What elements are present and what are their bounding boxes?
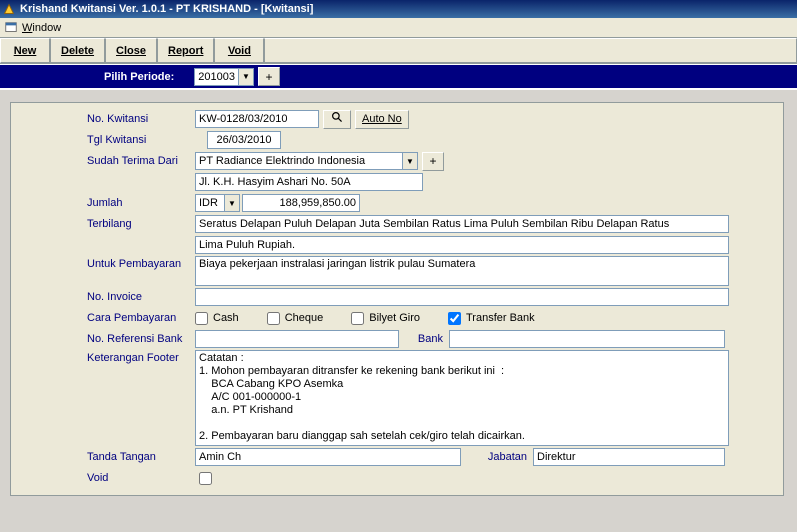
label-jumlah: Jumlah: [17, 197, 195, 209]
terima-dari-select[interactable]: PT Radiance Elektrindo Indonesia ▼: [195, 152, 418, 170]
chk-cheque[interactable]: Cheque: [267, 312, 324, 325]
void-button[interactable]: Void: [214, 38, 264, 63]
untuk-pembayaran-input[interactable]: [195, 256, 729, 286]
label-no-invoice: No. Invoice: [17, 291, 195, 303]
label-untuk-pembayaran: Untuk Pembayaran: [17, 256, 195, 270]
label-cara-pembayaran: Cara Pembayaran: [17, 312, 195, 324]
terbilang2-input[interactable]: [195, 236, 729, 254]
app-icon: [2, 2, 16, 16]
doc-icon: [4, 21, 18, 35]
tanda-tangan-input[interactable]: [195, 448, 461, 466]
jumlah-input[interactable]: [242, 194, 360, 212]
label-no-ref-bank: No. Referensi Bank: [17, 333, 195, 345]
label-keterangan-footer: Keterangan Footer: [17, 350, 195, 364]
jabatan-input[interactable]: [533, 448, 725, 466]
label-tanda-tangan: Tanda Tangan: [17, 451, 195, 463]
form-panel: No. Kwitansi Auto No Tgl Kwitansi Sudah …: [10, 102, 784, 496]
chk-cash-box[interactable]: [195, 312, 208, 325]
menu-bar: Window: [0, 18, 797, 38]
label-no-kwitansi: No. Kwitansi: [17, 113, 195, 125]
delete-button[interactable]: Delete: [50, 38, 105, 63]
label-terima-dari: Sudah Terima Dari: [17, 155, 195, 167]
report-button[interactable]: Report: [157, 38, 214, 63]
chevron-down-icon[interactable]: ▼: [224, 195, 239, 211]
search-icon: [331, 111, 344, 127]
no-ref-bank-input[interactable]: [195, 330, 399, 348]
chevron-down-icon[interactable]: ▼: [238, 69, 253, 85]
chk-transfer-box[interactable]: [448, 312, 461, 325]
toolbar-spacer: [264, 38, 797, 63]
periode-label: Pilih Periode:: [104, 71, 174, 83]
keterangan-footer-input[interactable]: [195, 350, 729, 446]
label-tgl-kwitansi: Tgl Kwitansi: [17, 134, 195, 146]
toolbar: New Delete Close Report Void: [0, 38, 797, 64]
periode-value: 201003: [195, 69, 238, 85]
periode-select[interactable]: 201003 ▼: [194, 68, 254, 86]
terima-dari-value: PT Radiance Elektrindo Indonesia: [196, 153, 402, 169]
periode-add-button[interactable]: +: [258, 67, 280, 86]
chk-transfer-bank[interactable]: Transfer Bank: [448, 312, 535, 325]
currency-select[interactable]: IDR ▼: [195, 194, 240, 212]
no-invoice-input[interactable]: [195, 288, 729, 306]
label-bank: Bank: [399, 333, 449, 345]
no-kwitansi-input[interactable]: [195, 110, 319, 128]
tgl-kwitansi-input[interactable]: [207, 131, 281, 149]
terbilang1-input[interactable]: [195, 215, 729, 233]
alamat-input[interactable]: [195, 173, 423, 191]
chk-giro-box[interactable]: [351, 312, 364, 325]
title-bar: Krishand Kwitansi Ver. 1.0.1 - PT KRISHA…: [0, 0, 797, 18]
menu-window[interactable]: Window: [22, 22, 61, 34]
label-terbilang: Terbilang: [17, 218, 195, 230]
close-button[interactable]: Close: [105, 38, 157, 63]
window-title: Krishand Kwitansi Ver. 1.0.1 - PT KRISHA…: [20, 3, 313, 15]
search-button[interactable]: [323, 110, 351, 129]
terima-dari-add-button[interactable]: +: [422, 152, 444, 171]
chevron-down-icon[interactable]: ▼: [402, 153, 417, 169]
label-void: Void: [17, 472, 195, 484]
bank-input[interactable]: [449, 330, 725, 348]
void-checkbox[interactable]: [199, 472, 212, 485]
currency-value: IDR: [196, 195, 224, 211]
periode-bar: Pilih Periode: 201003 ▼ +: [0, 64, 797, 90]
workspace: No. Kwitansi Auto No Tgl Kwitansi Sudah …: [0, 90, 797, 532]
label-jabatan: Jabatan: [461, 451, 533, 463]
auto-no-button[interactable]: Auto No: [355, 110, 409, 129]
chk-cheque-box[interactable]: [267, 312, 280, 325]
new-button[interactable]: New: [0, 38, 50, 63]
chk-bilyet-giro[interactable]: Bilyet Giro: [351, 312, 420, 325]
chk-cash[interactable]: Cash: [195, 312, 239, 325]
